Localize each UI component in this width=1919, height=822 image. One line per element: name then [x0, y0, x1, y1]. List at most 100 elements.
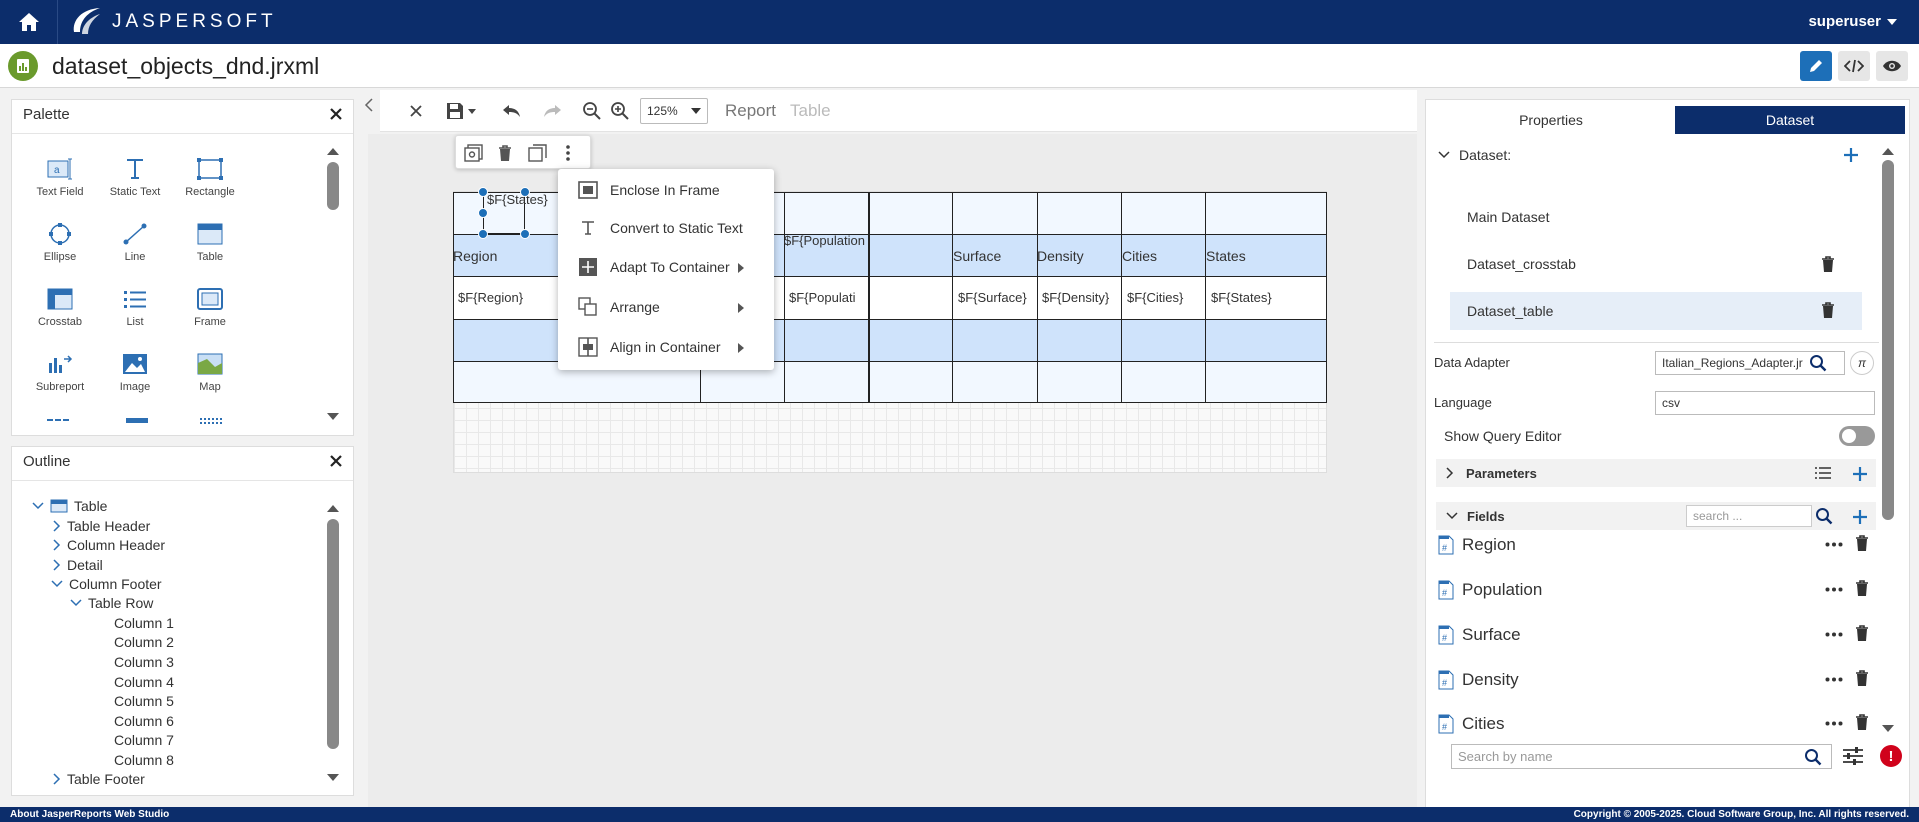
- design-view-button[interactable]: [1800, 51, 1832, 81]
- user-menu[interactable]: superuser: [1808, 13, 1897, 30]
- palette-rectangle[interactable]: Rectangle: [172, 156, 248, 198]
- palette-static-text[interactable]: Static Text: [97, 156, 173, 198]
- selection-handle[interactable]: [478, 208, 488, 218]
- table-detail-cell[interactable]: $F{Cities}: [1127, 290, 1183, 305]
- outline-close-button[interactable]: [329, 454, 343, 468]
- table-header-cell[interactable]: States: [1206, 248, 1246, 264]
- table-detail-cell[interactable]: $F{Surface}: [958, 290, 1027, 305]
- dataset-item-table[interactable]: Dataset_table: [1450, 292, 1862, 330]
- zoom-select[interactable]: 125%: [640, 98, 708, 124]
- palette-scrollbar[interactable]: [326, 146, 340, 426]
- dataset-item-crosstab[interactable]: Dataset_crosstab: [1450, 245, 1862, 283]
- delete-element-button[interactable]: [497, 144, 513, 162]
- preview-button[interactable]: [1876, 51, 1908, 81]
- delete-dataset-button[interactable]: [1821, 256, 1835, 273]
- outline-node-detail[interactable]: Detail: [53, 557, 103, 573]
- selection-handle[interactable]: [478, 187, 488, 197]
- table-detail-cell[interactable]: $F{Density}: [1042, 290, 1109, 305]
- table-header-cell[interactable]: Region: [453, 248, 497, 264]
- error-indicator-button[interactable]: !: [1880, 745, 1902, 767]
- redo-button[interactable]: [540, 98, 564, 124]
- field-delete-button[interactable]: [1855, 714, 1869, 731]
- table-detail-cell[interactable]: $F{Populati: [789, 290, 867, 305]
- selection-handle[interactable]: [520, 229, 530, 239]
- fields-search-input[interactable]: search ...: [1686, 505, 1812, 527]
- outline-node-column[interactable]: Column 8: [114, 752, 174, 768]
- field-delete-button[interactable]: [1855, 670, 1869, 687]
- outline-node-table[interactable]: Table: [32, 498, 107, 514]
- selection-handle[interactable]: [520, 187, 530, 197]
- language-input[interactable]: csv: [1655, 391, 1875, 415]
- search-by-name-button[interactable]: [1804, 748, 1822, 766]
- parameters-section-header[interactable]: Parameters: [1436, 459, 1876, 487]
- table-header-cell[interactable]: Surface: [953, 248, 1001, 264]
- palette-map[interactable]: Map: [172, 351, 248, 393]
- menu-adapt-to-container[interactable]: Adapt To Container: [558, 248, 774, 286]
- outline-node-column[interactable]: Column 3: [114, 654, 174, 670]
- outline-node-table-footer[interactable]: Table Footer: [53, 771, 145, 787]
- palette-table[interactable]: Table: [172, 221, 248, 263]
- palette-close-button[interactable]: [329, 107, 343, 121]
- delete-dataset-button[interactable]: [1821, 302, 1835, 319]
- palette-line[interactable]: Line: [97, 221, 173, 263]
- outline-scrollbar[interactable]: [326, 503, 340, 789]
- palette-text-field[interactable]: a Text Field: [22, 156, 98, 198]
- element-properties-button[interactable]: [464, 144, 484, 162]
- parameters-list-button[interactable]: [1815, 467, 1831, 479]
- table-header-cell[interactable]: $F{Population: [784, 233, 868, 248]
- table-header-cell[interactable]: Density: [1037, 248, 1084, 264]
- field-delete-button[interactable]: [1855, 625, 1869, 642]
- breadcrumb-table[interactable]: Table: [790, 98, 831, 124]
- zoom-out-button[interactable]: [580, 98, 604, 124]
- menu-align-in-container[interactable]: Align in Container: [558, 328, 774, 366]
- outline-node-table-row[interactable]: Table Row: [70, 595, 153, 611]
- menu-enclose-in-frame[interactable]: Enclose In Frame: [558, 171, 774, 209]
- table-header-cell[interactable]: Cities: [1122, 248, 1157, 264]
- table-cell[interactable]: $F{States}: [483, 192, 552, 207]
- add-field-button[interactable]: [1852, 509, 1868, 525]
- palette-crosstab[interactable]: Crosstab: [22, 286, 98, 328]
- palette-image[interactable]: Image: [97, 351, 173, 393]
- outline-node-column[interactable]: Column 2: [114, 634, 174, 650]
- palette-ellipse[interactable]: Ellipse: [22, 221, 98, 263]
- outline-node-column[interactable]: Column 1: [114, 615, 174, 631]
- menu-arrange[interactable]: Arrange: [558, 288, 774, 326]
- right-panel-scrollbar[interactable]: [1881, 146, 1895, 736]
- fields-search-button[interactable]: [1815, 507, 1833, 525]
- home-button[interactable]: [0, 0, 58, 44]
- data-adapter-search-button[interactable]: [1809, 354, 1827, 372]
- outline-node-table-header[interactable]: Table Header: [53, 518, 150, 534]
- field-more-button[interactable]: [1825, 587, 1843, 592]
- collapse-left-button[interactable]: [364, 98, 374, 112]
- save-button[interactable]: [442, 98, 480, 124]
- filter-settings-button[interactable]: [1842, 746, 1864, 766]
- outline-node-column[interactable]: Column 4: [114, 674, 174, 690]
- table-detail-cell[interactable]: $F{States}: [1211, 290, 1272, 305]
- expression-button[interactable]: π: [1850, 351, 1874, 375]
- outline-node-column[interactable]: Column 5: [114, 693, 174, 709]
- tab-properties[interactable]: Properties: [1427, 106, 1675, 134]
- outline-node-column[interactable]: Column 6: [114, 713, 174, 729]
- field-more-button[interactable]: [1825, 721, 1843, 726]
- palette-subreport[interactable]: Subreport: [22, 351, 98, 393]
- element-more-button[interactable]: [565, 144, 571, 162]
- dataset-section-header[interactable]: Dataset:: [1438, 140, 1878, 170]
- field-delete-button[interactable]: [1855, 580, 1869, 597]
- outline-node-column-header[interactable]: Column Header: [53, 537, 165, 553]
- menu-convert-to-static-text[interactable]: Convert to Static Text: [558, 209, 774, 247]
- show-query-editor-toggle[interactable]: [1839, 426, 1875, 446]
- outline-node-column[interactable]: Column 7: [114, 732, 174, 748]
- palette-frame[interactable]: Frame: [172, 286, 248, 328]
- close-editor-button[interactable]: [404, 98, 428, 124]
- table-detail-cell[interactable]: $F{Region}: [458, 290, 523, 305]
- dataset-item-main[interactable]: Main Dataset: [1450, 198, 1862, 236]
- selection-handle[interactable]: [478, 229, 488, 239]
- source-view-button[interactable]: [1838, 51, 1870, 81]
- add-parameter-button[interactable]: [1852, 466, 1868, 482]
- outline-node-column-footer[interactable]: Column Footer: [51, 576, 162, 592]
- field-more-button[interactable]: [1825, 677, 1843, 682]
- breadcrumb-report[interactable]: Report: [725, 98, 776, 124]
- zoom-in-button[interactable]: [608, 98, 632, 124]
- tab-dataset[interactable]: Dataset: [1675, 106, 1905, 134]
- about-link[interactable]: About JasperReports Web Studio: [10, 809, 169, 820]
